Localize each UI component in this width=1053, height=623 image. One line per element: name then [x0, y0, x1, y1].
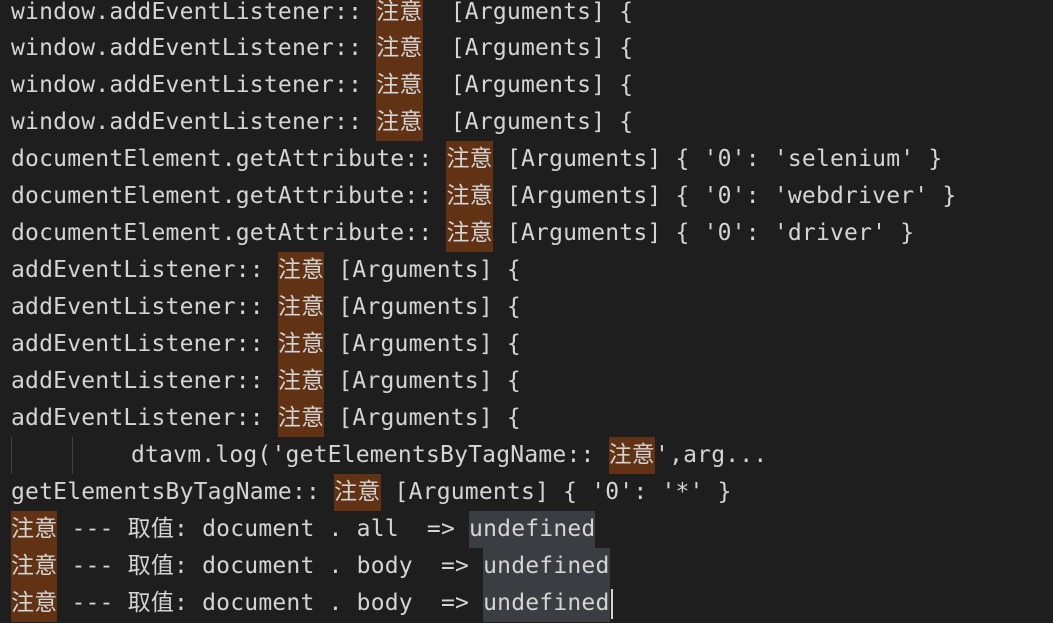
log-prefix: addEventListener:: [11, 368, 278, 394]
value-middle: --- 取值: document . all => [57, 516, 470, 542]
log-prefix: documentElement.getAttribute:: [11, 220, 447, 246]
highlight-match: 注意 [277, 326, 325, 363]
log-suffix: [Arguments] { '0': 'driver' } [492, 220, 915, 246]
log-line: addEventListener:: 注意 [Arguments] { [0, 400, 1053, 437]
selected-value: undefined [469, 511, 596, 548]
value-line: 注意 --- 取值: document . body => undefined [0, 585, 1053, 622]
log-line: addEventListener:: 注意 [Arguments] { [0, 363, 1053, 400]
highlight-match: 注意 [446, 178, 493, 215]
highlight-match: 注意 [277, 289, 325, 326]
log-line: window.addEventListener:: 注意 [Arguments]… [0, 67, 1053, 104]
log-prefix: addEventListener:: [11, 294, 278, 320]
highlight-match: 注意 [277, 363, 325, 400]
log-line: addEventListener:: 注意 [Arguments] { [0, 326, 1053, 363]
highlight-match: 注意 [376, 104, 423, 141]
highlight-match: 注意 [376, 30, 423, 67]
indent-guide [11, 437, 12, 474]
value-middle: --- 取值: document . body => [57, 553, 484, 579]
log-line: window.addEventListener:: 注意 [Arguments]… [0, 104, 1053, 141]
value-middle: --- 取值: document . body => [57, 590, 484, 616]
log-suffix: [Arguments] { [324, 405, 521, 431]
log-prefix: getElementsByTagName:: [11, 479, 335, 505]
log-line: addEventListener:: 注意 [Arguments] { [0, 289, 1053, 326]
highlight-match: 注意 [277, 400, 325, 437]
log-suffix: [Arguments] { [324, 294, 521, 320]
log-line: documentElement.getAttribute:: 注意 [Argum… [0, 141, 1053, 178]
selected-value: undefined [483, 585, 610, 622]
highlight-match: 注意 [376, 67, 423, 104]
indent-guide [72, 437, 73, 474]
value-line: 注意 --- 取值: document . all => undefined [0, 511, 1053, 548]
log-line: getElementsByTagName:: 注意 [Arguments] { … [0, 474, 1053, 511]
value-line: 注意 --- 取值: document . body => undefined [0, 548, 1053, 585]
highlight-match: 注意 [11, 548, 58, 585]
highlight-match: 注意 [446, 141, 493, 178]
log-suffix: [Arguments] { [324, 331, 521, 357]
log-prefix: window.addEventListener:: [11, 72, 377, 98]
log-line: documentElement.getAttribute:: 注意 [Argum… [0, 215, 1053, 252]
log-line: window.addEventListener:: 注意 [Arguments]… [0, 30, 1053, 67]
highlight-match: 注意 [376, 0, 423, 30]
selected-value: undefined [483, 548, 610, 585]
console-output[interactable]: window.addEventListener:: 注意 [Arguments]… [0, 0, 1053, 623]
log-suffix: [Arguments] { [422, 35, 634, 61]
code-line: dtavm.log('getElementsByTagName:: 注意',ar… [0, 437, 1053, 474]
log-prefix: window.addEventListener:: [11, 109, 377, 135]
log-suffix: [Arguments] { '0': '*' } [380, 479, 732, 505]
code-suffix: ',arg... [655, 442, 768, 468]
highlight-match: 注意 [446, 215, 493, 252]
log-line: documentElement.getAttribute:: 注意 [Argum… [0, 178, 1053, 215]
log-prefix: addEventListener:: [11, 405, 278, 431]
log-suffix: [Arguments] { [324, 368, 521, 394]
highlight-match: 注意 [277, 252, 325, 289]
log-suffix: [Arguments] { [324, 257, 521, 283]
code-prefix: dtavm.log('getElementsByTagName:: [131, 442, 609, 468]
log-prefix: window.addEventListener:: [11, 35, 377, 61]
highlight-match: 注意 [11, 511, 58, 548]
log-suffix: [Arguments] { [422, 0, 634, 25]
log-suffix: [Arguments] { [422, 72, 634, 98]
log-prefix: documentElement.getAttribute:: [11, 146, 447, 172]
log-line: window.addEventListener:: 注意 [Arguments]… [0, 0, 1053, 30]
log-prefix: documentElement.getAttribute:: [11, 183, 447, 209]
log-suffix: [Arguments] { '0': 'selenium' } [492, 146, 943, 172]
highlight-match: 注意 [11, 585, 58, 622]
log-line: addEventListener:: 注意 [Arguments] { [0, 252, 1053, 289]
log-suffix: [Arguments] { '0': 'webdriver' } [492, 183, 957, 209]
log-suffix: [Arguments] { [422, 109, 634, 135]
text-cursor [610, 588, 613, 619]
highlight-match: 注意 [334, 474, 381, 511]
log-prefix: window.addEventListener:: [11, 0, 377, 25]
log-prefix: addEventListener:: [11, 257, 278, 283]
highlight-match: 注意 [608, 437, 656, 474]
log-prefix: addEventListener:: [11, 331, 278, 357]
